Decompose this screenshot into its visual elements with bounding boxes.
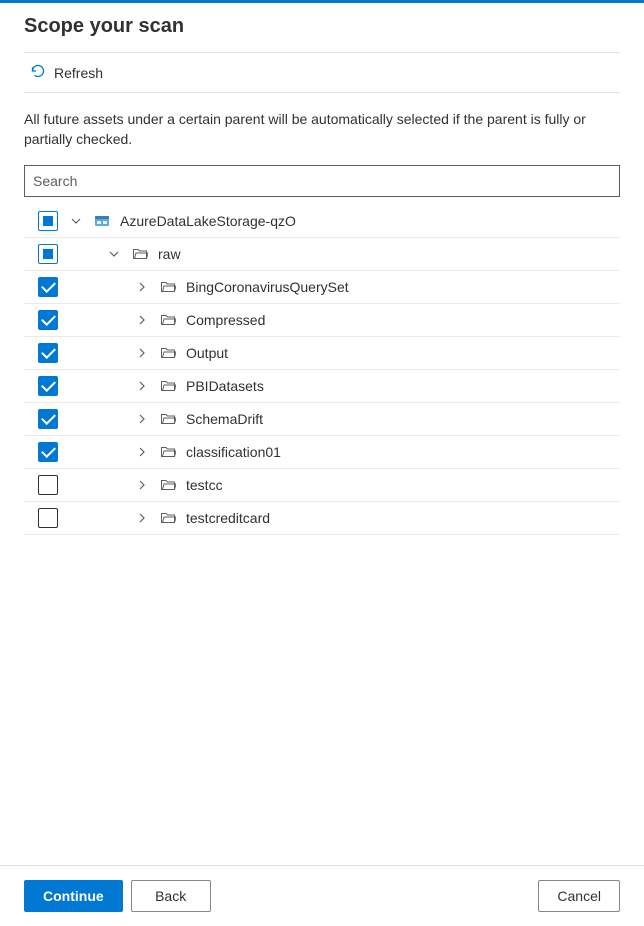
folder-open-icon bbox=[160, 510, 176, 526]
refresh-label: Refresh bbox=[54, 65, 103, 81]
checkbox[interactable] bbox=[38, 376, 58, 396]
chevron-right-icon[interactable] bbox=[134, 411, 150, 427]
checkbox-raw[interactable] bbox=[38, 244, 58, 264]
tree-item-label: classification01 bbox=[186, 444, 281, 460]
tree-row[interactable]: BingCoronavirusQuerySet bbox=[24, 271, 620, 304]
chevron-right-icon[interactable] bbox=[134, 345, 150, 361]
asset-tree: AzureDataLakeStorage-qzO raw BingCoronav… bbox=[24, 205, 620, 865]
tree-row[interactable]: Compressed bbox=[24, 304, 620, 337]
toolbar: Refresh bbox=[24, 52, 620, 93]
tree-row[interactable]: Output bbox=[24, 337, 620, 370]
chevron-right-icon[interactable] bbox=[134, 444, 150, 460]
tree-row[interactable]: PBIDatasets bbox=[24, 370, 620, 403]
tree-item-label: AzureDataLakeStorage-qzO bbox=[120, 213, 296, 229]
tree-item-label: testcc bbox=[186, 477, 223, 493]
checkbox[interactable] bbox=[38, 475, 58, 495]
checkbox[interactable] bbox=[38, 343, 58, 363]
continue-button[interactable]: Continue bbox=[24, 880, 123, 912]
tree-row[interactable]: classification01 bbox=[24, 436, 620, 469]
tree-row[interactable]: testcreditcard bbox=[24, 502, 620, 535]
folder-open-icon bbox=[160, 345, 176, 361]
checkbox[interactable] bbox=[38, 442, 58, 462]
tree-row-raw[interactable]: raw bbox=[24, 238, 620, 271]
chevron-down-icon[interactable] bbox=[68, 213, 84, 229]
folder-open-icon bbox=[160, 279, 176, 295]
tree-item-label: raw bbox=[158, 246, 181, 262]
checkbox[interactable] bbox=[38, 277, 58, 297]
footer: Continue Back Cancel bbox=[0, 865, 644, 926]
tree-item-label: SchemaDrift bbox=[186, 411, 263, 427]
folder-open-icon bbox=[132, 246, 148, 262]
refresh-button[interactable]: Refresh bbox=[24, 59, 109, 86]
tree-item-label: BingCoronavirusQuerySet bbox=[186, 279, 349, 295]
tree-item-label: Compressed bbox=[186, 312, 265, 328]
chevron-right-icon[interactable] bbox=[134, 477, 150, 493]
checkbox[interactable] bbox=[38, 508, 58, 528]
tree-item-label: Output bbox=[186, 345, 228, 361]
tree-row[interactable]: testcc bbox=[24, 469, 620, 502]
search-input[interactable] bbox=[24, 165, 620, 197]
folder-open-icon bbox=[160, 477, 176, 493]
storage-icon bbox=[94, 213, 110, 229]
cancel-button[interactable]: Cancel bbox=[538, 880, 620, 912]
chevron-right-icon[interactable] bbox=[134, 312, 150, 328]
checkbox[interactable] bbox=[38, 310, 58, 330]
page-title: Scope your scan bbox=[24, 15, 620, 38]
folder-open-icon bbox=[160, 444, 176, 460]
folder-open-icon bbox=[160, 312, 176, 328]
chevron-right-icon[interactable] bbox=[134, 510, 150, 526]
refresh-icon bbox=[30, 63, 46, 82]
folder-open-icon bbox=[160, 378, 176, 394]
folder-open-icon bbox=[160, 411, 176, 427]
checkbox[interactable] bbox=[38, 409, 58, 429]
chevron-down-icon[interactable] bbox=[106, 246, 122, 262]
description-text: All future assets under a certain parent… bbox=[24, 109, 620, 149]
tree-item-label: testcreditcard bbox=[186, 510, 270, 526]
tree-row[interactable]: SchemaDrift bbox=[24, 403, 620, 436]
chevron-right-icon[interactable] bbox=[134, 279, 150, 295]
chevron-right-icon[interactable] bbox=[134, 378, 150, 394]
tree-item-label: PBIDatasets bbox=[186, 378, 264, 394]
back-button[interactable]: Back bbox=[131, 880, 211, 912]
tree-row-root[interactable]: AzureDataLakeStorage-qzO bbox=[24, 205, 620, 238]
checkbox-root[interactable] bbox=[38, 211, 58, 231]
